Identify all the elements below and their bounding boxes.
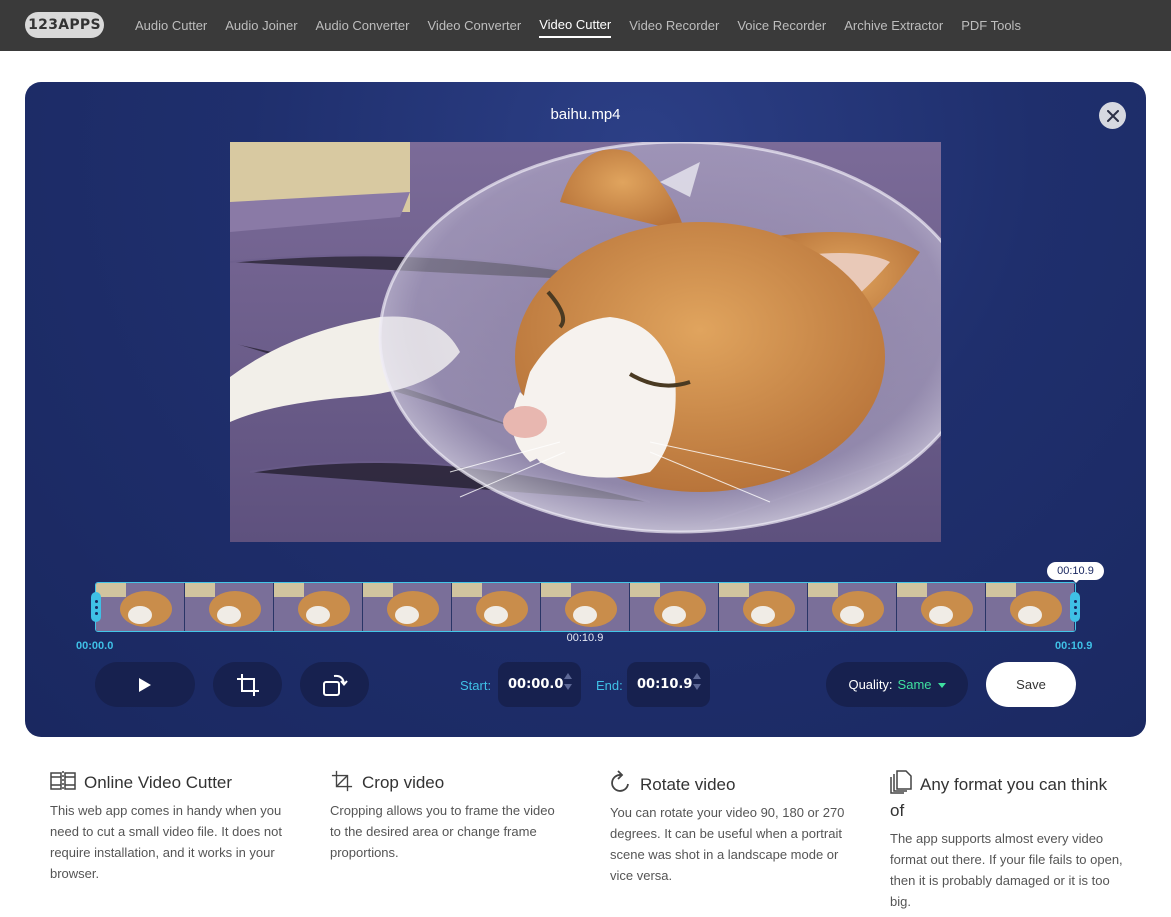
timeline-thumbnail <box>897 583 986 631</box>
timeline-thumbnail <box>96 583 185 631</box>
feature-rotate-video: Rotate video You can rotate your video 9… <box>610 770 845 886</box>
trim-start-handle[interactable] <box>91 592 101 622</box>
files-icon <box>890 770 912 794</box>
save-button[interactable]: Save <box>986 662 1076 707</box>
crop-icon <box>331 770 353 792</box>
timeline-end-time: 00:10.9 <box>1055 640 1093 652</box>
timeline-playhead-time: 00:10.9 <box>566 632 604 644</box>
timeline-thumbnail <box>986 583 1075 631</box>
feature-text: You can rotate your video 90, 180 or 270… <box>610 805 845 883</box>
nav-item-pdf-tools[interactable]: PDF Tools <box>961 14 1021 37</box>
feature-title: Crop video <box>330 770 565 796</box>
start-time-input[interactable]: 00:00.0 <box>498 662 581 707</box>
crop-button[interactable] <box>213 662 282 707</box>
timeline-thumbnail <box>452 583 541 631</box>
trim-end-handle[interactable] <box>1070 592 1080 622</box>
feature-text: The app supports almost every video form… <box>890 831 1123 909</box>
play-icon <box>139 677 151 692</box>
video-preview[interactable] <box>230 142 941 542</box>
video-frame-image <box>230 142 941 542</box>
timeline-thumbnail <box>808 583 897 631</box>
film-cut-icon <box>50 771 76 791</box>
stepper-down-icon[interactable] <box>693 684 701 690</box>
feature-title: Online Video Cutter <box>50 770 285 796</box>
app-logo[interactable]: 123APPS <box>25 12 104 38</box>
quality-label: Quality: <box>848 677 893 692</box>
nav-item-audio-joiner[interactable]: Audio Joiner <box>225 14 297 37</box>
video-editor-panel: baihu.mp4 00:10.9 00:10.9 00:00.0 00:10.… <box>25 82 1146 737</box>
play-button[interactable] <box>95 662 195 707</box>
feature-any-format: Any format you can think of The app supp… <box>890 770 1125 912</box>
stepper-up-icon[interactable] <box>564 673 572 679</box>
quality-dropdown[interactable]: Quality: Same <box>826 662 968 707</box>
feature-text: Cropping allows you to frame the video t… <box>330 803 555 860</box>
app-nav: Audio Cutter Audio Joiner Audio Converte… <box>126 0 1030 51</box>
end-time-stepper[interactable] <box>693 673 701 690</box>
feature-crop-video: Crop video Cropping allows you to frame … <box>330 770 565 863</box>
timeline-thumbnail <box>541 583 630 631</box>
end-time-value: 00:10.9 <box>637 677 693 692</box>
feature-title: Rotate video <box>610 770 845 798</box>
timeline-thumbnail <box>274 583 363 631</box>
timeline-strip[interactable] <box>95 582 1076 632</box>
quality-value: Same <box>897 677 932 692</box>
nav-item-voice-recorder[interactable]: Voice Recorder <box>737 14 826 37</box>
top-nav-bar: 123APPS Audio Cutter Audio Joiner Audio … <box>0 0 1171 51</box>
timeline-start-time: 00:00.0 <box>76 640 114 652</box>
playhead-time-bubble: 00:10.9 <box>1047 562 1104 583</box>
crop-icon <box>236 673 259 696</box>
start-time-stepper[interactable] <box>564 673 572 690</box>
timeline-thumbnail <box>363 583 452 631</box>
close-icon <box>1106 109 1119 122</box>
rotate-icon <box>611 770 629 792</box>
start-time-value: 00:00.0 <box>508 677 564 692</box>
chevron-down-icon <box>937 683 946 688</box>
timeline-thumbnail <box>185 583 274 631</box>
end-label: End: <box>596 678 623 693</box>
nav-item-archive-extractor[interactable]: Archive Extractor <box>844 14 943 37</box>
file-name: baihu.mp4 <box>550 106 621 123</box>
timeline-thumbnail <box>630 583 719 631</box>
nav-item-audio-cutter[interactable]: Audio Cutter <box>135 14 207 37</box>
end-time-input[interactable]: 00:10.9 <box>627 662 710 707</box>
stepper-down-icon[interactable] <box>564 684 572 690</box>
timeline-thumbnail <box>719 583 808 631</box>
stepper-up-icon[interactable] <box>693 673 701 679</box>
nav-item-video-cutter[interactable]: Video Cutter <box>539 13 612 38</box>
start-label: Start: <box>460 678 492 693</box>
rotate-button[interactable] <box>300 662 369 707</box>
close-button[interactable] <box>1099 102 1126 129</box>
nav-item-video-converter[interactable]: Video Converter <box>428 14 522 37</box>
feature-title: Any format you can think of <box>890 770 1125 824</box>
feature-online-video-cutter: Online Video Cutter This web app comes i… <box>50 770 285 884</box>
feature-text: This web app comes in handy when you nee… <box>50 803 282 881</box>
nav-item-video-recorder[interactable]: Video Recorder <box>629 14 719 37</box>
rotate-icon <box>322 674 348 696</box>
nav-item-audio-converter[interactable]: Audio Converter <box>316 14 410 37</box>
